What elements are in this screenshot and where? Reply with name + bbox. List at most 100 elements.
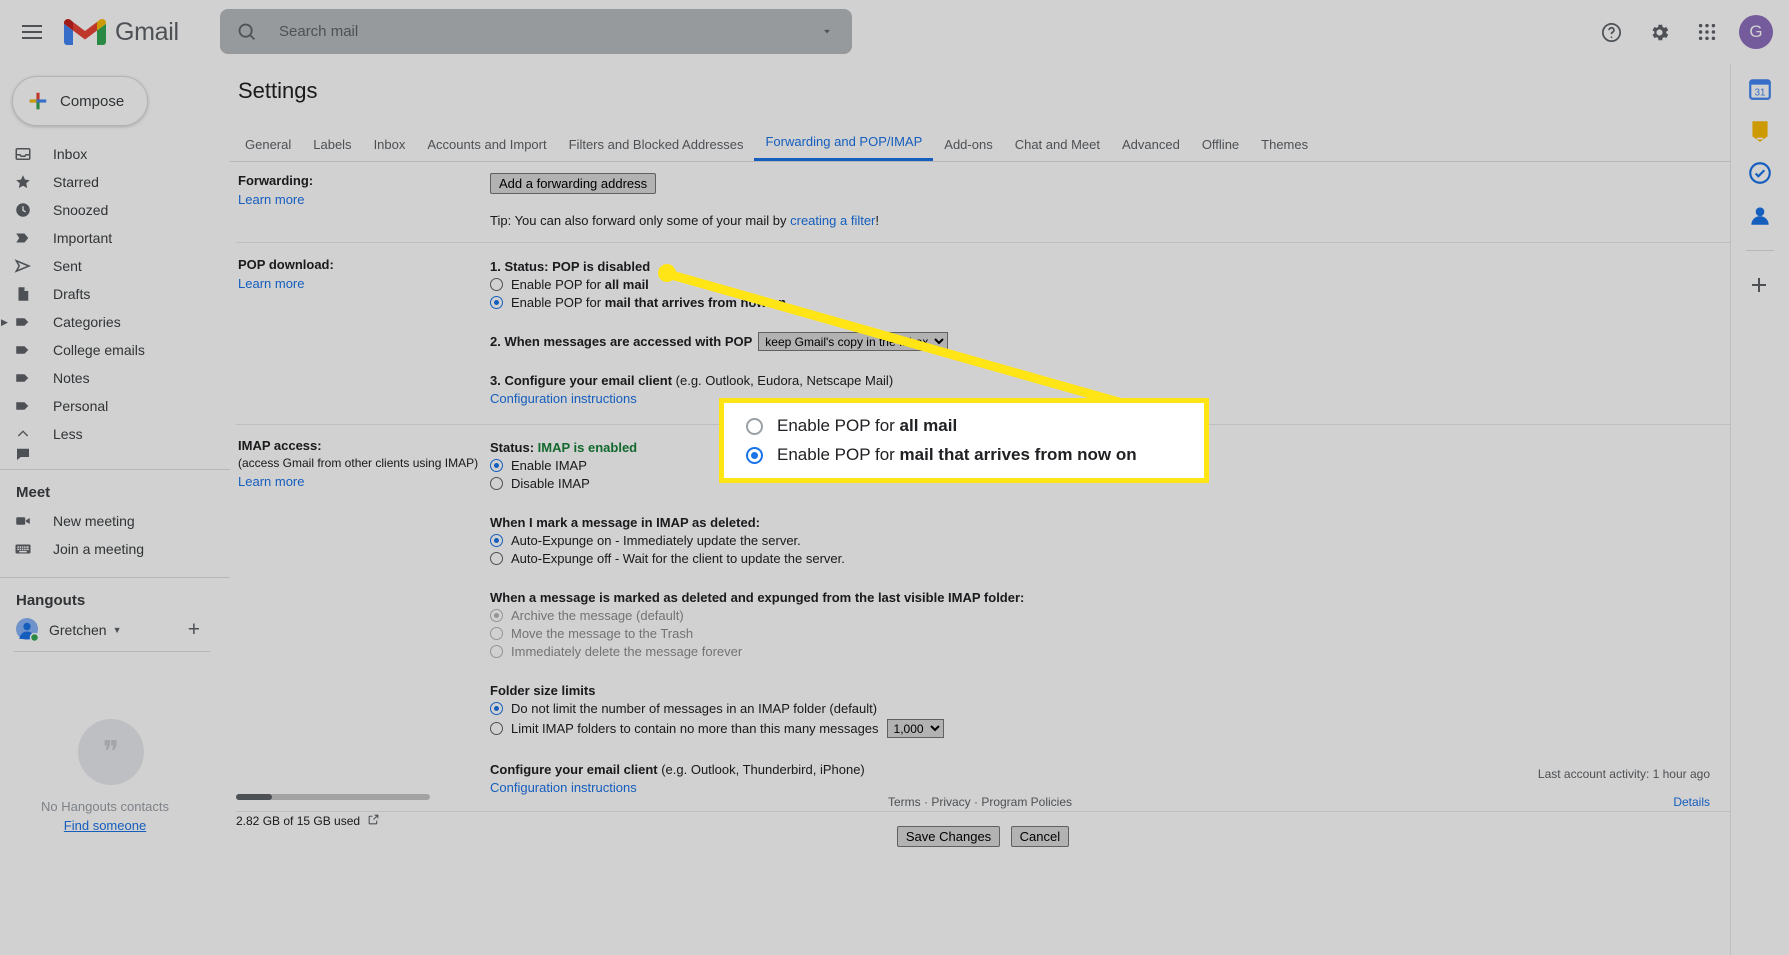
calendar-icon[interactable]: 31 [1747, 76, 1773, 102]
search-input[interactable] [277, 22, 757, 41]
radio-pop-all-mail[interactable] [490, 278, 503, 291]
tab-inbox[interactable]: Inbox [363, 131, 417, 161]
tab-themes[interactable]: Themes [1250, 131, 1319, 161]
external-link-icon[interactable] [367, 813, 380, 829]
pop-access-select[interactable]: keep Gmail's copy in the Inbox [758, 332, 949, 351]
help-icon[interactable] [1589, 10, 1633, 54]
sidebar-item-less[interactable]: Less [0, 420, 230, 448]
gmail-logo[interactable]: Gmail [64, 16, 179, 48]
sidebar-item-starred[interactable]: Starred [0, 168, 230, 196]
sidebar-item-important[interactable]: Important [0, 224, 230, 252]
callout-radio-all-mail[interactable] [746, 417, 763, 435]
forwarding-section: Forwarding: Learn more Add a forwarding … [236, 162, 1730, 243]
sidebar-item-drafts[interactable]: Drafts [0, 280, 230, 308]
folder-no-limit-label: Do not limit the number of messages in a… [511, 701, 878, 716]
pop-option-from-now-on[interactable]: Enable POP for mail that arrives from no… [490, 295, 1730, 310]
sidebar-item-categories[interactable]: ▶ Categories [0, 308, 230, 336]
sidebar-item-label: Categories [53, 314, 121, 330]
search-bar[interactable] [220, 9, 852, 54]
imap-sublabel: (access Gmail from other clients using I… [238, 456, 479, 470]
avatar[interactable]: G [1739, 15, 1773, 49]
radio-auto-expunge-on[interactable] [490, 534, 503, 547]
sidebar-item-sent[interactable]: Sent [0, 252, 230, 280]
tab-offline[interactable]: Offline [1191, 131, 1250, 161]
chevron-down-icon[interactable] [820, 24, 834, 43]
hangouts-user-row[interactable]: Gretchen ▼ + [0, 615, 230, 645]
add-forwarding-address-button[interactable]: Add a forwarding address [490, 173, 657, 194]
sidebar-item-inbox[interactable]: Inbox [0, 140, 230, 168]
tasks-icon[interactable] [1747, 160, 1773, 186]
radio-folder-limit[interactable] [490, 722, 503, 735]
chat-icon [12, 448, 34, 460]
radio-enable-imap[interactable] [490, 459, 503, 472]
pop-learn-more-link[interactable]: Learn more [238, 276, 490, 291]
find-someone-link[interactable]: Find someone [0, 818, 210, 833]
gear-icon[interactable] [1637, 10, 1681, 54]
folder-limit-select[interactable]: 1,000 [886, 719, 944, 738]
radio-folder-no-limit[interactable] [490, 702, 503, 715]
folder-no-limit-option[interactable]: Do not limit the number of messages in a… [490, 701, 1730, 716]
tab-add-ons[interactable]: Add-ons [933, 131, 1003, 161]
sidebar-item-new-meeting[interactable]: New meeting [0, 507, 230, 535]
sidebar-item-personal[interactable]: Personal [0, 392, 230, 420]
pop-download-label: POP download: [238, 257, 334, 272]
forwarding-tip-prefix: Tip: You can also forward only some of y… [490, 213, 791, 228]
chevron-right-icon[interactable]: ▶ [1, 317, 8, 328]
hamburger-menu-icon[interactable] [8, 8, 56, 56]
cancel-button[interactable]: Cancel [1010, 826, 1070, 847]
keep-icon[interactable] [1747, 118, 1773, 144]
forwarding-label: Forwarding: [238, 173, 314, 188]
sidebar-item-college-emails[interactable]: College emails [0, 336, 230, 364]
sidebar-divider-3 [14, 651, 210, 652]
imap-delete-heading: When I mark a message in IMAP as deleted… [490, 515, 760, 530]
compose-button[interactable]: Compose [12, 76, 148, 126]
auto-expunge-on-option[interactable]: Auto-Expunge on - Immediately update the… [490, 533, 1730, 548]
callout-option-from-now-on[interactable]: Enable POP for mail that arrives from no… [724, 445, 1204, 465]
details-link[interactable]: Details [1538, 795, 1710, 809]
auto-expunge-off-option[interactable]: Auto-Expunge off - Wait for the client t… [490, 551, 1730, 566]
plus-icon[interactable]: + [188, 618, 200, 642]
callout-radio-from-now-on[interactable] [746, 446, 763, 464]
tab-accounts-and-import[interactable]: Accounts and Import [416, 131, 557, 161]
chevron-down-icon[interactable]: ▼ [113, 625, 122, 635]
sidebar-item-join-meeting[interactable]: Join a meeting [0, 535, 230, 563]
label-icon [12, 395, 34, 417]
callout-option-all-mail[interactable]: Enable POP for all mail [724, 416, 1204, 436]
footer-links: Terms · Privacy · Program Policies [230, 795, 1730, 809]
imap-learn-more-link[interactable]: Learn more [238, 474, 490, 489]
forwarding-learn-more-link[interactable]: Learn more [238, 192, 490, 207]
main-content: Settings General Labels Inbox Accounts a… [230, 64, 1730, 955]
tab-chat-and-meet[interactable]: Chat and Meet [1004, 131, 1111, 161]
callout-option-from-now-on-label: Enable POP for mail that arrives from no… [777, 445, 1137, 464]
radio-auto-expunge-off[interactable] [490, 552, 503, 565]
tab-forwarding-and-pop-imap[interactable]: Forwarding and POP/IMAP [754, 128, 934, 161]
footer-sep-1: · [920, 795, 932, 809]
folder-limit-option[interactable]: Limit IMAP folders to contain no more th… [490, 719, 1730, 738]
sidebar-item-label: Join a meeting [53, 541, 145, 557]
privacy-link[interactable]: Privacy [931, 795, 970, 809]
forwarding-labels: Forwarding: Learn more [236, 173, 490, 228]
radio-disable-imap[interactable] [490, 477, 503, 490]
add-apps-icon[interactable] [1747, 273, 1773, 299]
sidebar-item-partial[interactable] [0, 448, 230, 460]
terms-link[interactable]: Terms [888, 795, 921, 809]
tab-general[interactable]: General [234, 131, 302, 161]
save-changes-button[interactable]: Save Changes [896, 826, 1001, 847]
tab-filters-and-blocked-addresses[interactable]: Filters and Blocked Addresses [558, 131, 755, 161]
gmail-settings-screen: Gmail Search mail G Compose Inbox Starre… [0, 0, 1789, 955]
sidebar-item-snoozed[interactable]: Snoozed [0, 196, 230, 224]
configure-bold: Configure your email client [490, 762, 658, 777]
gmail-wordmark: Gmail [115, 17, 179, 46]
sidebar-item-notes[interactable]: Notes [0, 364, 230, 392]
sidebar-item-label: New meeting [53, 513, 135, 529]
label-important-icon [12, 227, 34, 249]
no-hangouts-illustration: ❞ [78, 719, 144, 785]
tab-labels[interactable]: Labels [302, 131, 362, 161]
program-policies-link[interactable]: Program Policies [981, 795, 1072, 809]
tab-advanced[interactable]: Advanced [1111, 131, 1191, 161]
radio-pop-from-now-on[interactable] [490, 296, 503, 309]
contacts-icon[interactable] [1747, 202, 1773, 228]
pop-option-all-mail[interactable]: Enable POP for all mail [490, 277, 1730, 292]
apps-grid-icon[interactable] [1685, 10, 1729, 54]
creating-a-filter-link[interactable]: creating a filter [790, 213, 875, 228]
